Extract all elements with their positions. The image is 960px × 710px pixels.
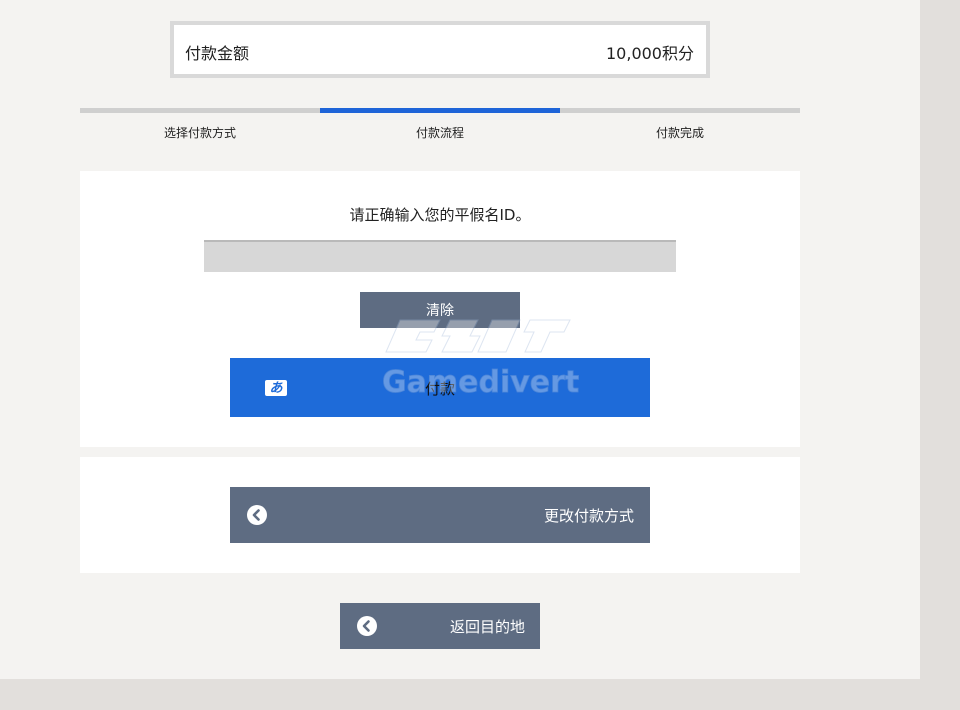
- pay-button-label: 付款: [424, 381, 455, 398]
- clear-button[interactable]: 清除: [360, 292, 520, 328]
- change-method-card: 更改付款方式: [80, 457, 800, 573]
- chevron-left-icon: [247, 505, 267, 525]
- payment-amount-box: 付款金额 10,000积分: [170, 21, 710, 78]
- pay-button[interactable]: あ 付款: [230, 358, 650, 417]
- step-bar: [560, 108, 800, 113]
- step-label: 付款流程: [415, 126, 464, 140]
- back-to-destination-label: 返回目的地: [449, 619, 525, 636]
- clear-button-label: 清除: [426, 303, 454, 319]
- step-bar: [80, 108, 320, 113]
- change-payment-method-button[interactable]: 更改付款方式: [230, 487, 650, 543]
- step-payment-complete: 付款完成: [560, 108, 800, 148]
- page: 付款金额 10,000积分 选择付款方式 付款流程 付款完成 请正确输入您的平假…: [0, 0, 920, 679]
- progress-steps: 选择付款方式 付款流程 付款完成: [80, 108, 800, 148]
- step-label: 付款完成: [655, 126, 704, 140]
- payment-amount-label: 付款金额: [185, 44, 250, 63]
- chevron-left-icon: [357, 616, 377, 636]
- step-bar-active: [320, 108, 560, 113]
- instruction-text: 请正确输入您的平假名ID。: [349, 206, 531, 224]
- step-payment-process: 付款流程: [320, 108, 560, 148]
- hiragana-id-input[interactable]: [204, 240, 676, 272]
- back-to-destination-button[interactable]: 返回目的地: [340, 603, 540, 649]
- change-payment-method-label: 更改付款方式: [543, 508, 634, 525]
- step-select-method: 选择付款方式: [80, 108, 320, 148]
- payment-amount-value: 10,000积分: [606, 44, 694, 63]
- step-label: 选择付款方式: [163, 126, 236, 140]
- hiragana-id-card: 请正确输入您的平假名ID。 清除 あ 付款: [80, 171, 800, 447]
